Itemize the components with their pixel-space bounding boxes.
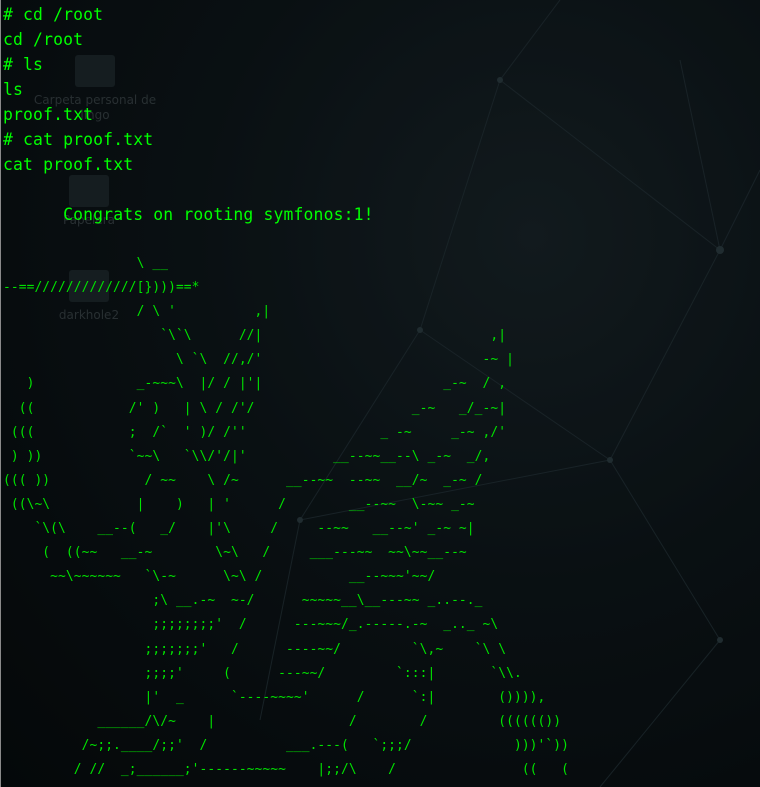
ascii-art: \ __ --==/////////////[})))==* / \ ' ,| `… [3, 252, 760, 782]
terminal-output: # cd /root cd /root # ls ls proof.txt # cat p… [3, 2, 760, 252]
ascii-art-line: /~;;.____/;;' / ___.---( `;;;/ )))'`)) [3, 737, 569, 753]
terminal-line: cd /root [3, 30, 84, 49]
ascii-art-line: `\`\ //| ,| [3, 328, 507, 344]
terminal-line: cat proof.txt [3, 155, 134, 174]
terminal-line: # cat proof.txt [3, 130, 154, 149]
terminal-line: # ls [3, 55, 44, 74]
ascii-art-line: ) )) `~~\ `\\/'/|' __--~~__--\ _-~ _/, [3, 448, 491, 464]
ascii-art-line: ;;;;;;;;' / ---~~~/_.-----.-~ _.._ ~\ [3, 617, 499, 633]
ascii-art-line: \ __ [3, 256, 169, 271]
ascii-art-line: (( /' ) | \ / /'/ _-~ _/_-~| [3, 400, 507, 416]
ascii-art-line: ;\ __.-~ ~-/ ~~~~~__\__---~~ _..--._ [3, 593, 483, 609]
ascii-art-line: ) _-~~~\ |/ / |'| _-~ / , [3, 376, 507, 392]
ascii-art-line: `\(\ __--( _/ |'\ / --~~ __--~' _-~ ~| [3, 521, 475, 537]
ascii-art-line: ;;;;' ( ---~~/ `:::| `\\. [3, 665, 522, 681]
terminal-line: Congrats on rooting symfonos:1! [3, 205, 374, 224]
terminal-window[interactable]: # cd /root cd /root # ls ls proof.txt # cat p… [0, 0, 760, 787]
ascii-art-line: ;;;;;;;' / ----~~/ `\,~ `\ \ [3, 641, 507, 657]
ascii-art-line: \ `\ //,/' -~ | [3, 352, 514, 368]
ascii-art-line: ~~\~~~~~~ `\-~ \~\ / __--~~~'~~/ [3, 569, 436, 585]
terminal-line: proof.txt [3, 105, 94, 124]
ascii-art-line: ______/\/~ | / / (((((()) [3, 713, 562, 729]
ascii-art-line: |' _ `----~~~~' / `:| ()))), [3, 689, 546, 705]
ascii-art-line: ((( )) / ~~ \ /~ __--~~ --~~ __/~ _-~ / [3, 472, 483, 488]
terminal-line: # cd /root [3, 5, 104, 24]
ascii-art-line: ((\~\ | ) | ' / __--~~ \-~~ _-~ [3, 496, 475, 512]
ascii-art-line: / // _;______;'------~~~~~ |;;/\ / (( ( [3, 761, 569, 777]
ascii-art-line: --==/////////////[})))==* [3, 280, 200, 296]
ascii-art-line: / \ ' ,| [3, 304, 271, 320]
ascii-art-line: ( ((~~ __-~ \~\ / ___---~~ ~~\~~__--~ [3, 545, 467, 561]
ascii-art-line: ((( ; /` ' )/ /'' _ -~ _-~ ,/' [3, 424, 507, 440]
terminal-line: ls [3, 80, 24, 99]
